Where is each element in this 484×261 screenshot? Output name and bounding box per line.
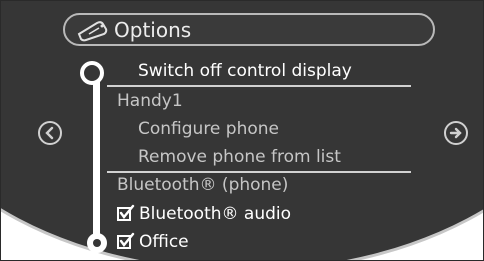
menu-item-office[interactable]: Office	[117, 231, 189, 253]
options-title: Options	[114, 18, 192, 42]
bluetooth-audio-label: Bluetooth® audio	[139, 204, 292, 224]
menu-item-switch-off-control-display[interactable]: Switch off control display	[138, 60, 352, 82]
office-label: Office	[139, 232, 189, 252]
rail-bottom-knob[interactable]	[87, 233, 107, 253]
menu-item-bluetooth-audio[interactable]: Bluetooth® audio	[117, 203, 291, 225]
arrow-left-icon[interactable]	[38, 121, 62, 145]
menu-scroll-rail[interactable]	[93, 71, 100, 241]
section-divider	[107, 171, 411, 173]
menu-item-remove-phone[interactable]: Remove phone from list	[138, 146, 341, 168]
menu-item-configure-phone[interactable]: Configure phone	[138, 118, 279, 140]
phone-icon	[77, 21, 108, 42]
menu-heading-bluetooth-phone: Bluetooth® (phone)	[117, 175, 289, 195]
options-title-bar: Options	[63, 13, 435, 46]
arrow-right-icon[interactable]	[444, 121, 468, 145]
checkbox-checked-icon	[117, 232, 135, 249]
control-display-frame: Options Switch off control display Handy…	[0, 0, 484, 261]
selection-underline	[107, 85, 411, 87]
menu-heading-handy1: Handy1	[117, 91, 183, 111]
rail-top-knob[interactable]	[80, 61, 104, 85]
checkbox-checked-icon	[117, 204, 135, 221]
